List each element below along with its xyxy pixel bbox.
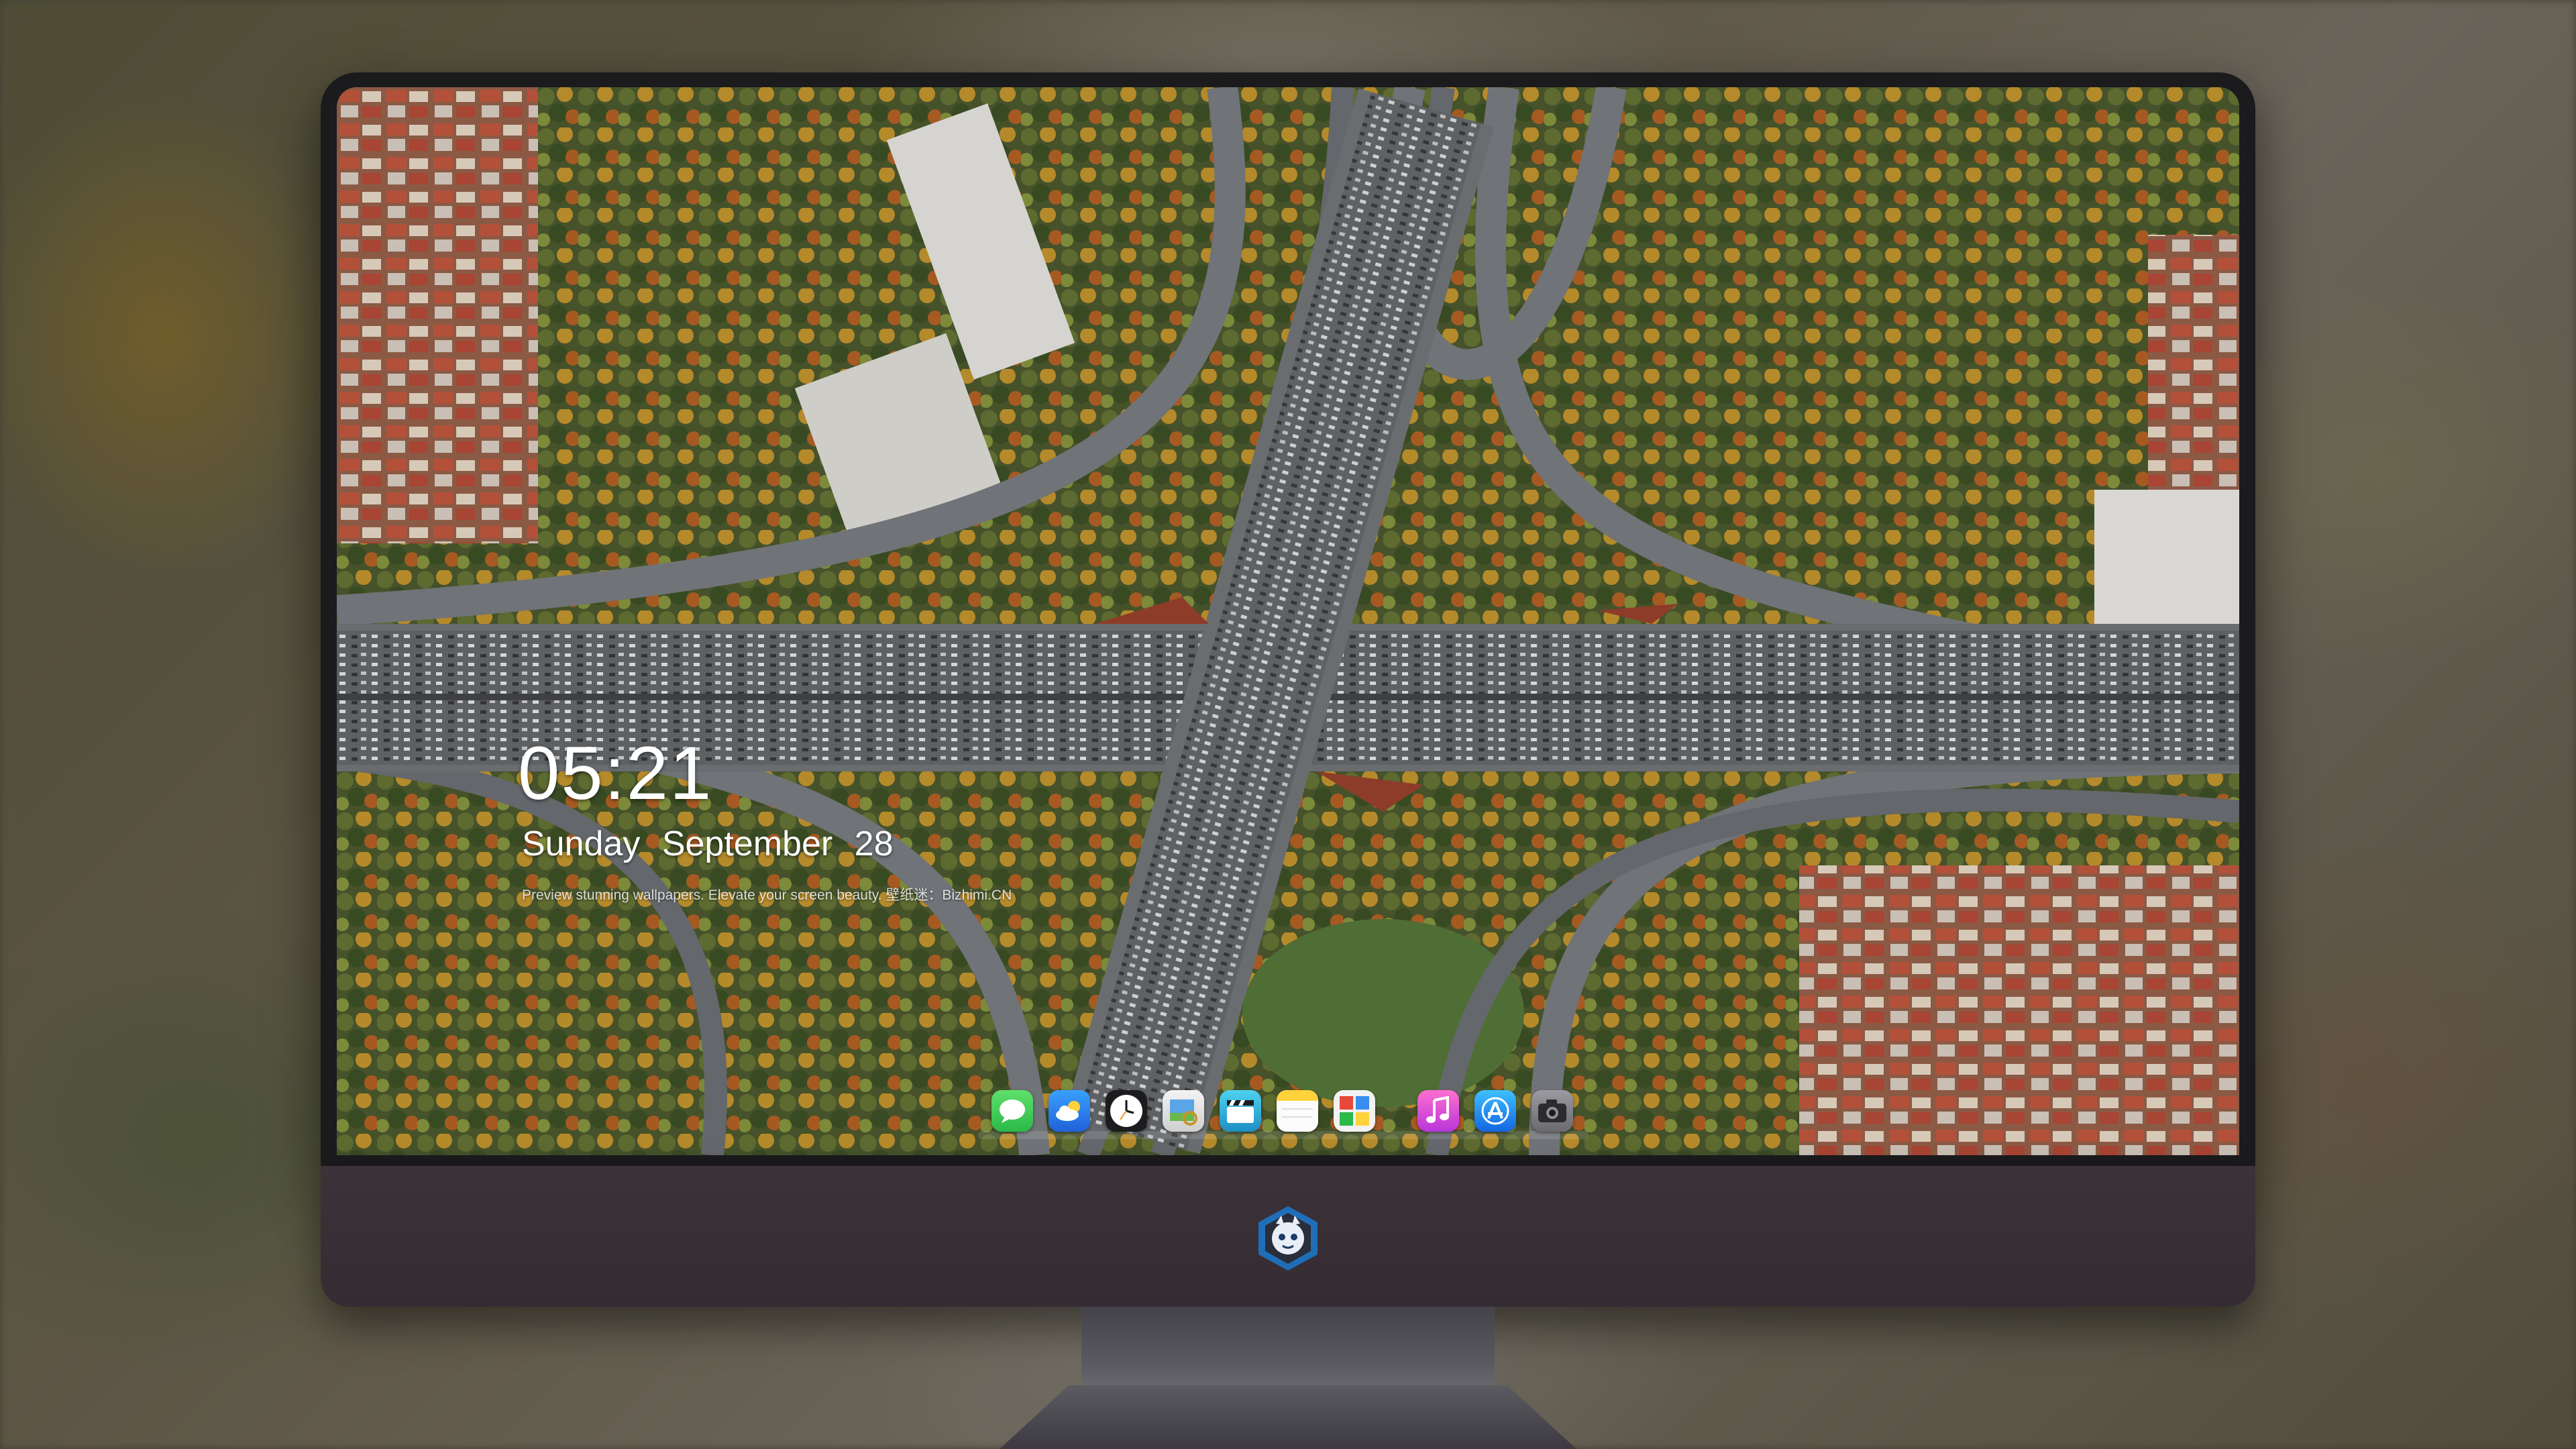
date-weekday: Sunday [522, 824, 641, 863]
clock-time: 05:21 [518, 731, 713, 815]
wallpaper-highway-interchange [337, 87, 2239, 1155]
notes-icon[interactable] [1277, 1090, 1318, 1132]
date-month: September [661, 824, 833, 863]
desktop-screen: 05:21 Sunday September 28 Preview stunni… [337, 87, 2239, 1155]
photo-grid-icon[interactable] [1334, 1090, 1375, 1132]
dock [978, 1085, 1589, 1139]
monitor-stand-base [1000, 1385, 1576, 1449]
clock-icon[interactable] [1106, 1090, 1147, 1132]
message-bubble-icon[interactable] [991, 1090, 1033, 1132]
date-label: Sunday September 28 [522, 824, 894, 864]
monitor-stand-neck [1081, 1307, 1495, 1387]
preview-icon[interactable] [1163, 1090, 1204, 1132]
clapperboard-icon[interactable] [1220, 1090, 1261, 1132]
wallpaper-tagline: Preview stunning wallpapers. Elevate you… [522, 888, 1012, 903]
chibi-dragon-logo-icon [1253, 1203, 1323, 1273]
app-store-icon[interactable] [1474, 1090, 1516, 1132]
cloud-sun-icon[interactable] [1049, 1090, 1090, 1132]
date-day: 28 [854, 824, 894, 863]
camera-icon[interactable] [1532, 1090, 1573, 1132]
music-note-icon[interactable] [1417, 1090, 1459, 1132]
